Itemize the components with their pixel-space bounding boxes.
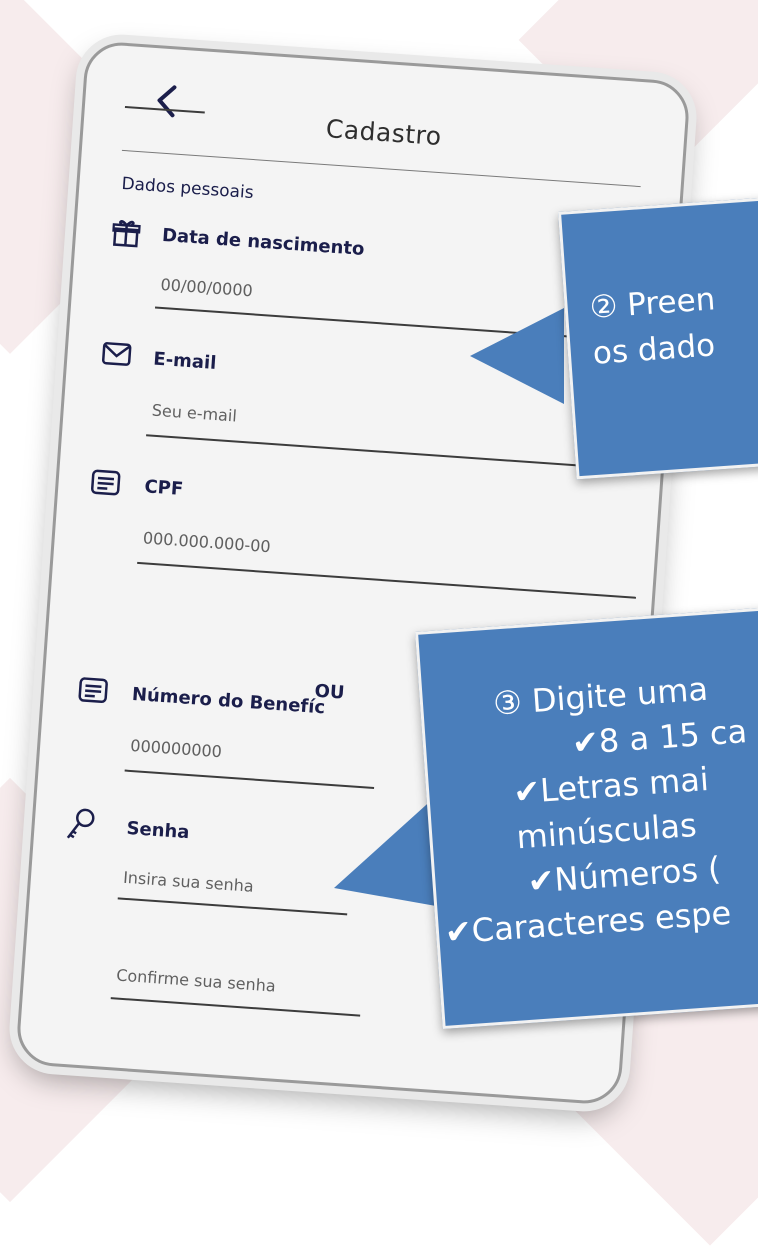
- callout-step-3-text: ③ Digite uma ✔8 a 15 ca ✔Letras mai minú…: [443, 669, 749, 952]
- callout-pointer: [470, 308, 564, 404]
- gift-icon: [111, 217, 142, 253]
- envelope-icon: [101, 341, 133, 371]
- email-label: E-mail: [152, 348, 218, 374]
- email-input[interactable]: Seu e-mail: [151, 401, 237, 426]
- callout-pointer: [334, 796, 436, 906]
- cpf-label: CPF: [143, 476, 184, 500]
- document-icon: [90, 469, 122, 501]
- password-label: Senha: [125, 817, 191, 844]
- section-title: Dados pessoais: [120, 173, 255, 204]
- page-title: Cadastro: [325, 114, 443, 152]
- callout-step-2: ② Preen os dado: [558, 193, 758, 480]
- callout-step-3: ③ Digite uma ✔8 a 15 ca ✔Letras mai minú…: [415, 602, 758, 1030]
- password-input[interactable]: Insira sua senha: [123, 868, 255, 896]
- document-icon: [77, 676, 109, 708]
- cpf-underline: [137, 561, 637, 599]
- email-underline: [146, 434, 616, 470]
- birth-date-label: Data de nascimento: [161, 224, 366, 260]
- benefit-number-input[interactable]: 000000000: [130, 736, 223, 761]
- benefit-number-underline: [124, 769, 375, 789]
- password-underline: [117, 897, 348, 916]
- key-icon: [63, 806, 98, 848]
- confirm-password-input[interactable]: Confirme sua senha: [116, 965, 277, 995]
- birth-date-input[interactable]: 00/00/0000: [160, 275, 253, 300]
- confirm-password-underline: [110, 997, 361, 1017]
- callout-step-2-text: ② Preen os dado: [588, 281, 717, 372]
- cpf-input[interactable]: 000.000.000-00: [142, 528, 271, 556]
- benefit-number-label: Número do Benefíc: [131, 683, 326, 719]
